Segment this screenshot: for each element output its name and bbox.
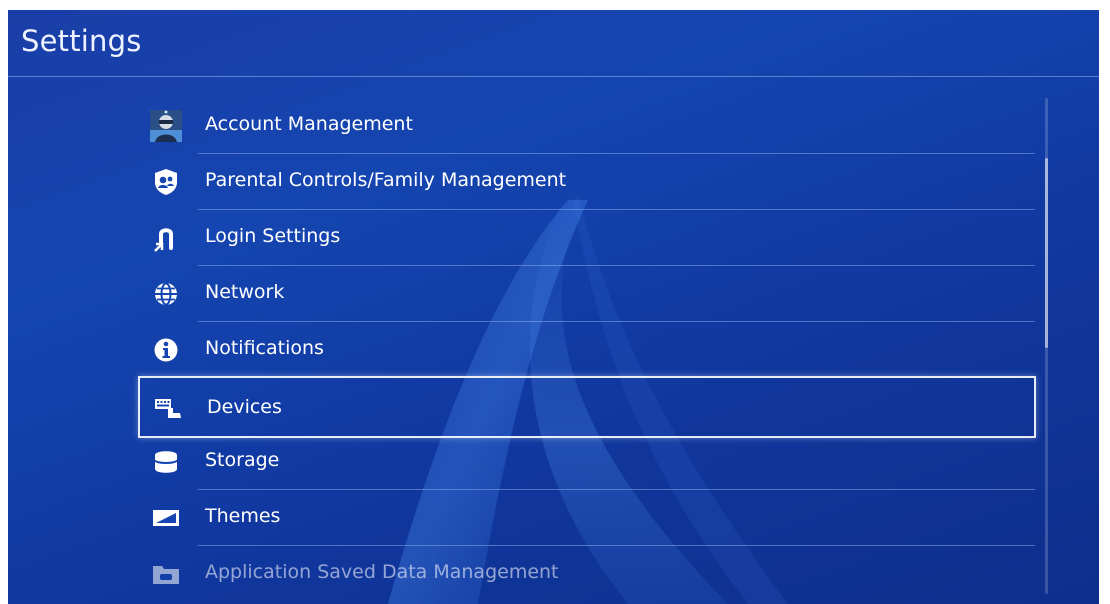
storage-icon [150, 446, 182, 478]
globe-icon [150, 278, 182, 310]
saved-data-icon [150, 558, 182, 590]
menu-item-login-settings[interactable]: Login Settings [138, 210, 1035, 266]
menu-item-notifications[interactable]: Notifications [138, 322, 1035, 378]
scrollbar-thumb[interactable] [1045, 158, 1048, 348]
scrollbar[interactable] [1045, 98, 1048, 594]
login-settings-icon [150, 222, 182, 254]
settings-menu: Account Management Parental Controls/Fam… [8, 10, 1099, 604]
menu-item-label: Network [205, 281, 285, 303]
info-icon [150, 334, 182, 366]
menu-item-parental-controls[interactable]: Parental Controls/Family Management [138, 154, 1035, 210]
menu-item-account-management[interactable]: Account Management [138, 98, 1035, 154]
menu-item-storage[interactable]: Storage [138, 434, 1035, 490]
themes-icon [150, 502, 182, 534]
parental-controls-icon [150, 166, 182, 198]
menu-item-label: Themes [205, 505, 281, 527]
menu-item-label: Account Management [205, 113, 413, 135]
account-avatar-icon [150, 110, 182, 142]
menu-item-label: Application Saved Data Management [205, 561, 559, 583]
menu-item-devices[interactable]: Devices [138, 376, 1036, 438]
menu-item-application-saved-data[interactable]: Application Saved Data Management [138, 546, 1035, 602]
menu-item-label: Storage [205, 449, 280, 471]
devices-icon [152, 392, 184, 424]
settings-screen: Settings Account Management Parental Con… [8, 10, 1099, 604]
menu-item-label: Parental Controls/Family Management [205, 169, 567, 191]
menu-item-themes[interactable]: Themes [138, 490, 1035, 546]
menu-item-network[interactable]: Network [138, 266, 1035, 322]
menu-item-label: Notifications [205, 337, 324, 359]
menu-item-label: Devices [207, 396, 282, 418]
menu-item-label: Login Settings [205, 225, 341, 247]
